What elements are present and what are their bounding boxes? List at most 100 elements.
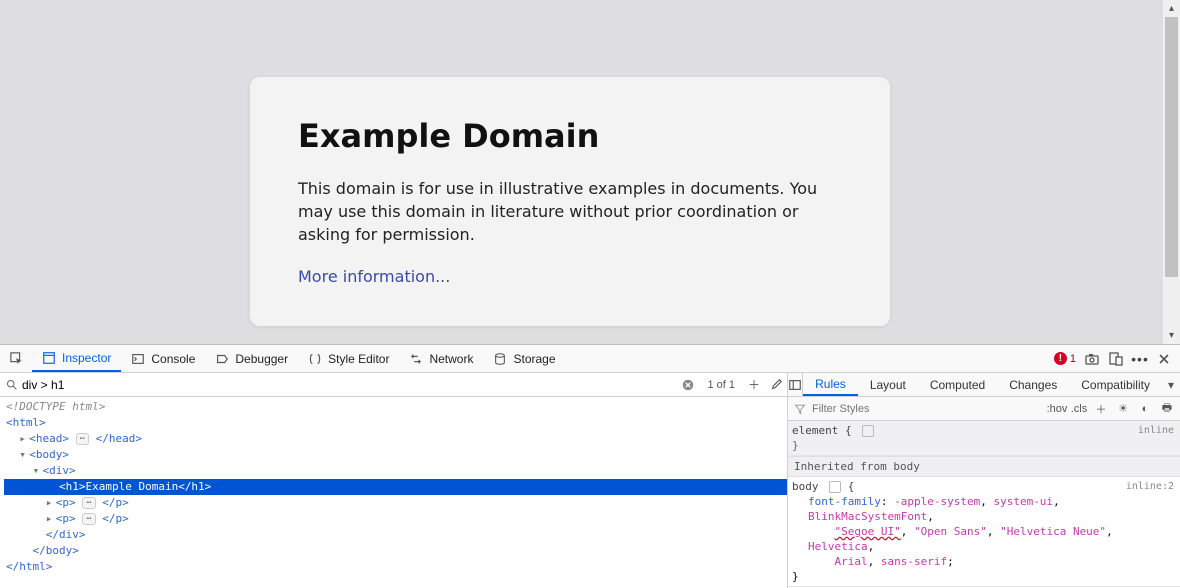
- expand-p1-toggle[interactable]: ▸: [46, 495, 56, 511]
- more-info-link[interactable]: More information...: [298, 267, 450, 286]
- expand-body-toggle[interactable]: ▾: [19, 447, 29, 463]
- expand-head-toggle[interactable]: ▸: [19, 431, 29, 447]
- tab-network[interactable]: Network: [399, 345, 483, 372]
- sidepanel-icon: [788, 378, 802, 392]
- meatball-icon: •••: [1131, 351, 1149, 367]
- tab-inspector[interactable]: Inspector: [32, 345, 121, 372]
- tab-layout[interactable]: Layout: [858, 373, 918, 396]
- tab-storage-label: Storage: [513, 352, 555, 366]
- error-count: 1: [1070, 353, 1076, 365]
- flex-highlight-icon[interactable]: [829, 481, 841, 493]
- devtools-toolbar: Inspector Console Debugger Style Editor …: [0, 345, 1180, 373]
- devtools-panel: Inspector Console Debugger Style Editor …: [0, 344, 1180, 588]
- scroll-thumb[interactable]: [1165, 17, 1178, 277]
- page-paragraph: This domain is for use in illustrative e…: [298, 177, 842, 247]
- rules-tabs: Rules Layout Computed Changes Compatibil…: [788, 373, 1180, 397]
- doctype-node[interactable]: <!DOCTYPE html>: [6, 400, 105, 413]
- search-result-count: 1 of 1: [699, 379, 743, 391]
- light-scheme-button[interactable]: ☀: [1114, 402, 1132, 415]
- head-open-node[interactable]: <head>: [29, 432, 69, 445]
- tab-computed[interactable]: Computed: [918, 373, 997, 396]
- html-close-node[interactable]: </html>: [6, 560, 52, 573]
- expand-p2-toggle[interactable]: ▸: [46, 511, 56, 527]
- rules-list[interactable]: element { inline } Inherited from body b…: [788, 421, 1180, 588]
- debugger-icon: [215, 352, 229, 366]
- style-editor-icon: [308, 352, 322, 366]
- body-open-node[interactable]: <body>: [29, 448, 69, 461]
- html-open-node[interactable]: <html>: [6, 416, 46, 429]
- rules-tabs-overflow[interactable]: ▾: [1162, 378, 1180, 392]
- markup-tree[interactable]: <!DOCTYPE html> <html> ▸<head> ⋯ </head>…: [0, 397, 787, 588]
- head-close-node[interactable]: </head>: [96, 432, 142, 445]
- toggle-classes-button[interactable]: .cls: [1070, 403, 1088, 415]
- body-close-node[interactable]: </body>: [33, 544, 79, 557]
- page-viewport: Example Domain This domain is for use in…: [0, 0, 1180, 344]
- filter-styles-input[interactable]: [812, 403, 1044, 415]
- p-open-node[interactable]: <p>: [56, 512, 76, 525]
- example-card: Example Domain This domain is for use in…: [250, 77, 890, 326]
- meatball-menu-button[interactable]: •••: [1132, 351, 1148, 367]
- error-dot-icon: !: [1054, 352, 1067, 365]
- responsive-mode-button[interactable]: [1108, 351, 1124, 367]
- html-search-input[interactable]: [22, 378, 677, 392]
- div-close-node[interactable]: </div>: [46, 528, 86, 541]
- selected-h1-node[interactable]: <h1>Example Domain</h1>: [4, 479, 787, 495]
- network-icon: [409, 352, 423, 366]
- page-heading: Example Domain: [298, 117, 842, 155]
- element-rule-block[interactable]: element { inline }: [788, 421, 1180, 456]
- rules-panel: Rules Layout Computed Changes Compatibil…: [788, 373, 1180, 588]
- print-media-button[interactable]: 🖶: [1158, 399, 1176, 418]
- scroll-up-icon[interactable]: ▴: [1163, 0, 1180, 17]
- scroll-down-icon[interactable]: ▾: [1163, 327, 1180, 344]
- p-close-node[interactable]: </p>: [102, 496, 129, 509]
- pick-element-button[interactable]: [2, 345, 32, 372]
- toggle-hover-button[interactable]: :hov: [1048, 403, 1066, 415]
- eyedropper-button[interactable]: [765, 378, 787, 392]
- error-indicator[interactable]: ! 1: [1054, 352, 1076, 365]
- clear-search-button[interactable]: [677, 378, 699, 392]
- p-open-node[interactable]: <p>: [56, 496, 76, 509]
- rule-source-inline2[interactable]: inline:2: [1126, 479, 1174, 494]
- camera-icon: [1084, 351, 1100, 367]
- chevron-down-icon: ▾: [1168, 378, 1174, 392]
- ellipsis-icon[interactable]: ⋯: [76, 433, 89, 445]
- html-search-bar: 1 of 1 ＋: [0, 373, 787, 397]
- plus-icon: ＋: [748, 376, 760, 393]
- div-open-node[interactable]: <div>: [43, 464, 76, 477]
- ellipsis-icon[interactable]: ⋯: [82, 497, 95, 509]
- rules-filter-bar: :hov .cls ＋ ☀ ◐ 🖶: [788, 397, 1180, 421]
- tab-debugger-label: Debugger: [235, 352, 288, 366]
- tab-changes[interactable]: Changes: [997, 373, 1069, 396]
- page-scrollbar[interactable]: ▴ ▾: [1163, 0, 1180, 344]
- tab-style-editor-label: Style Editor: [328, 352, 389, 366]
- tab-rules[interactable]: Rules: [803, 373, 858, 396]
- tab-compatibility[interactable]: Compatibility: [1069, 373, 1162, 396]
- p-close-node[interactable]: </p>: [102, 512, 129, 525]
- responsive-icon: [1108, 351, 1124, 367]
- tab-style-editor[interactable]: Style Editor: [298, 345, 399, 372]
- screenshot-button[interactable]: [1084, 351, 1100, 367]
- moon-icon: ◐: [1142, 403, 1149, 415]
- add-rule-button[interactable]: ＋: [1092, 401, 1110, 417]
- dark-scheme-button[interactable]: ◐: [1136, 403, 1154, 415]
- storage-icon: [493, 352, 507, 366]
- close-devtools-button[interactable]: [1156, 351, 1172, 367]
- tab-storage[interactable]: Storage: [483, 345, 565, 372]
- inspector-icon: [42, 351, 56, 365]
- inherited-from-label: Inherited from body: [788, 456, 1180, 477]
- rule-source-inline[interactable]: inline: [1138, 423, 1174, 438]
- ellipsis-icon[interactable]: ⋯: [82, 513, 95, 525]
- font-family-declaration[interactable]: font-family: -apple-system, system-ui, B…: [792, 494, 1176, 569]
- eyedropper-icon: [769, 378, 783, 392]
- sidepanel-toggle-button[interactable]: [788, 373, 803, 396]
- sun-icon: ☀: [1118, 402, 1128, 415]
- body-selector[interactable]: body: [792, 480, 819, 493]
- flex-highlight-icon[interactable]: [862, 425, 874, 437]
- add-node-button[interactable]: ＋: [743, 376, 765, 393]
- console-icon: [131, 352, 145, 366]
- expand-div-toggle[interactable]: ▾: [33, 463, 43, 479]
- plus-icon: ＋: [1096, 401, 1107, 417]
- body-rule-block[interactable]: body { inline:2 font-family: -apple-syst…: [788, 477, 1180, 587]
- tab-debugger[interactable]: Debugger: [205, 345, 298, 372]
- tab-console[interactable]: Console: [121, 345, 205, 372]
